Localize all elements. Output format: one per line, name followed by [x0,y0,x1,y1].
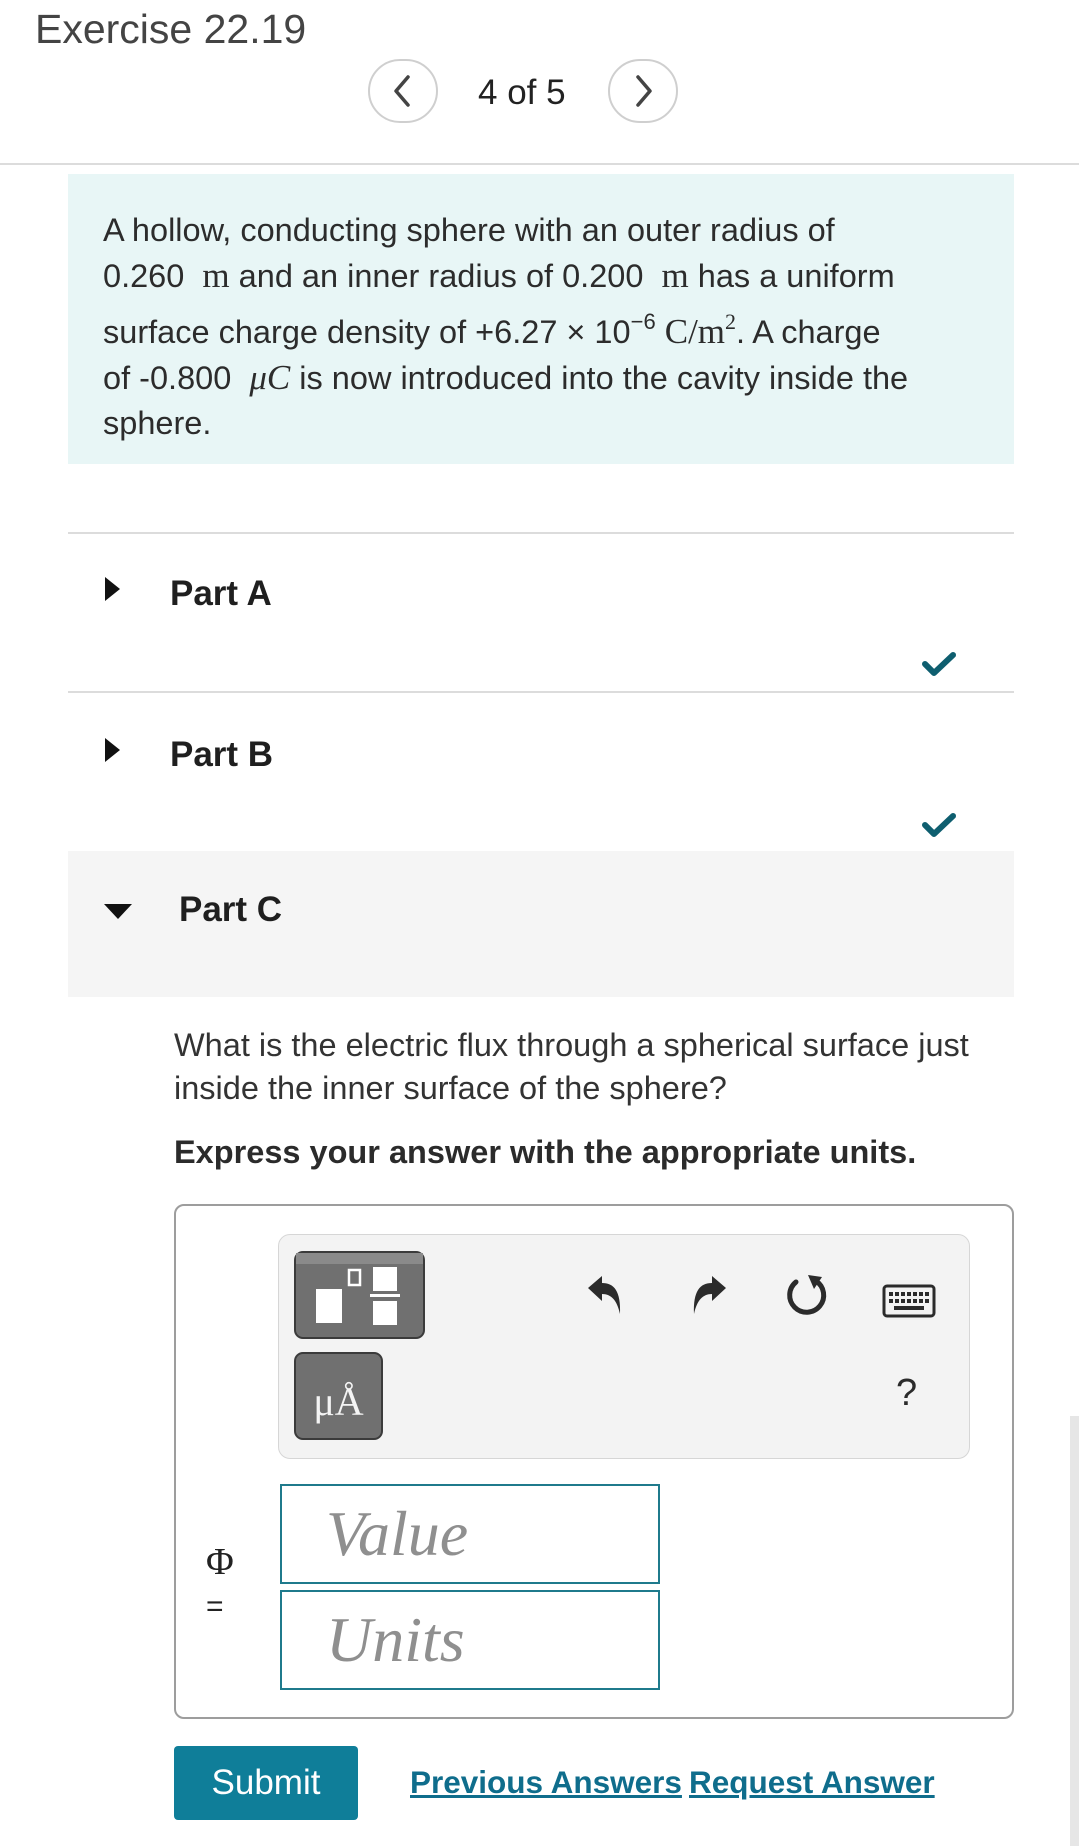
caret-right-icon [105,577,120,601]
part-a-label: Part A [170,574,272,613]
template-icon [296,1253,423,1325]
request-answer-link[interactable]: Request Answer [689,1764,935,1801]
reset-icon[interactable] [784,1273,830,1319]
flux-symbol: Φ [206,1541,234,1583]
exercise-title: Exercise 22.19 [35,6,307,52]
value-input[interactable]: Value [280,1484,660,1584]
problem-line-2: 0.260 m and an inner radius of 0.200 m h… [103,256,895,295]
part-c-header[interactable]: Part C [68,851,1014,997]
header-divider [0,163,1079,165]
part-a-header[interactable]: Part A [68,533,1014,690]
part-b-header[interactable]: Part B [68,692,1014,850]
problem-line-3: surface charge density of +6.27 × 10−6 C… [103,309,881,351]
undo-icon[interactable] [584,1272,626,1318]
value-placeholder: Value [326,1498,469,1569]
units-input[interactable]: Units [280,1590,660,1690]
previous-item-button[interactable] [368,59,438,123]
keyboard-icon[interactable] [882,1284,936,1318]
checkmark-icon [922,652,956,676]
next-item-button[interactable] [608,59,678,123]
problem-line-4: of -0.800 μC is now introduced into the … [103,358,909,397]
question-text: What is the electric flux through a sphe… [174,1027,969,1106]
templates-button[interactable] [294,1251,425,1339]
redo-icon[interactable] [688,1272,730,1318]
units-placeholder: Units [326,1604,465,1675]
equals-sign: = [206,1590,224,1623]
scrollbar[interactable] [1070,1416,1079,1846]
problem-line-5: sphere. [103,405,212,441]
units-button[interactable]: μÅ [294,1352,383,1440]
part-c-label: Part C [179,890,283,929]
problem-statement: A hollow, conducting sphere with an oute… [68,174,1014,464]
caret-down-icon [104,904,132,919]
chevron-right-icon [636,75,652,107]
previous-answers-link[interactable]: Previous Answers [410,1764,682,1801]
units-button-label: μÅ [313,1378,364,1424]
problem-line-1: A hollow, conducting sphere with an oute… [103,212,835,248]
submit-button[interactable]: Submit [174,1746,358,1820]
help-button[interactable]: ? [896,1372,917,1415]
item-pager: 4 of 5 [478,73,566,112]
caret-right-icon [105,738,120,762]
part-b-label: Part B [170,735,274,774]
checkmark-icon [922,813,956,837]
answer-instruction: Express your answer with the appropriate… [174,1134,917,1170]
chevron-left-icon [394,75,410,107]
